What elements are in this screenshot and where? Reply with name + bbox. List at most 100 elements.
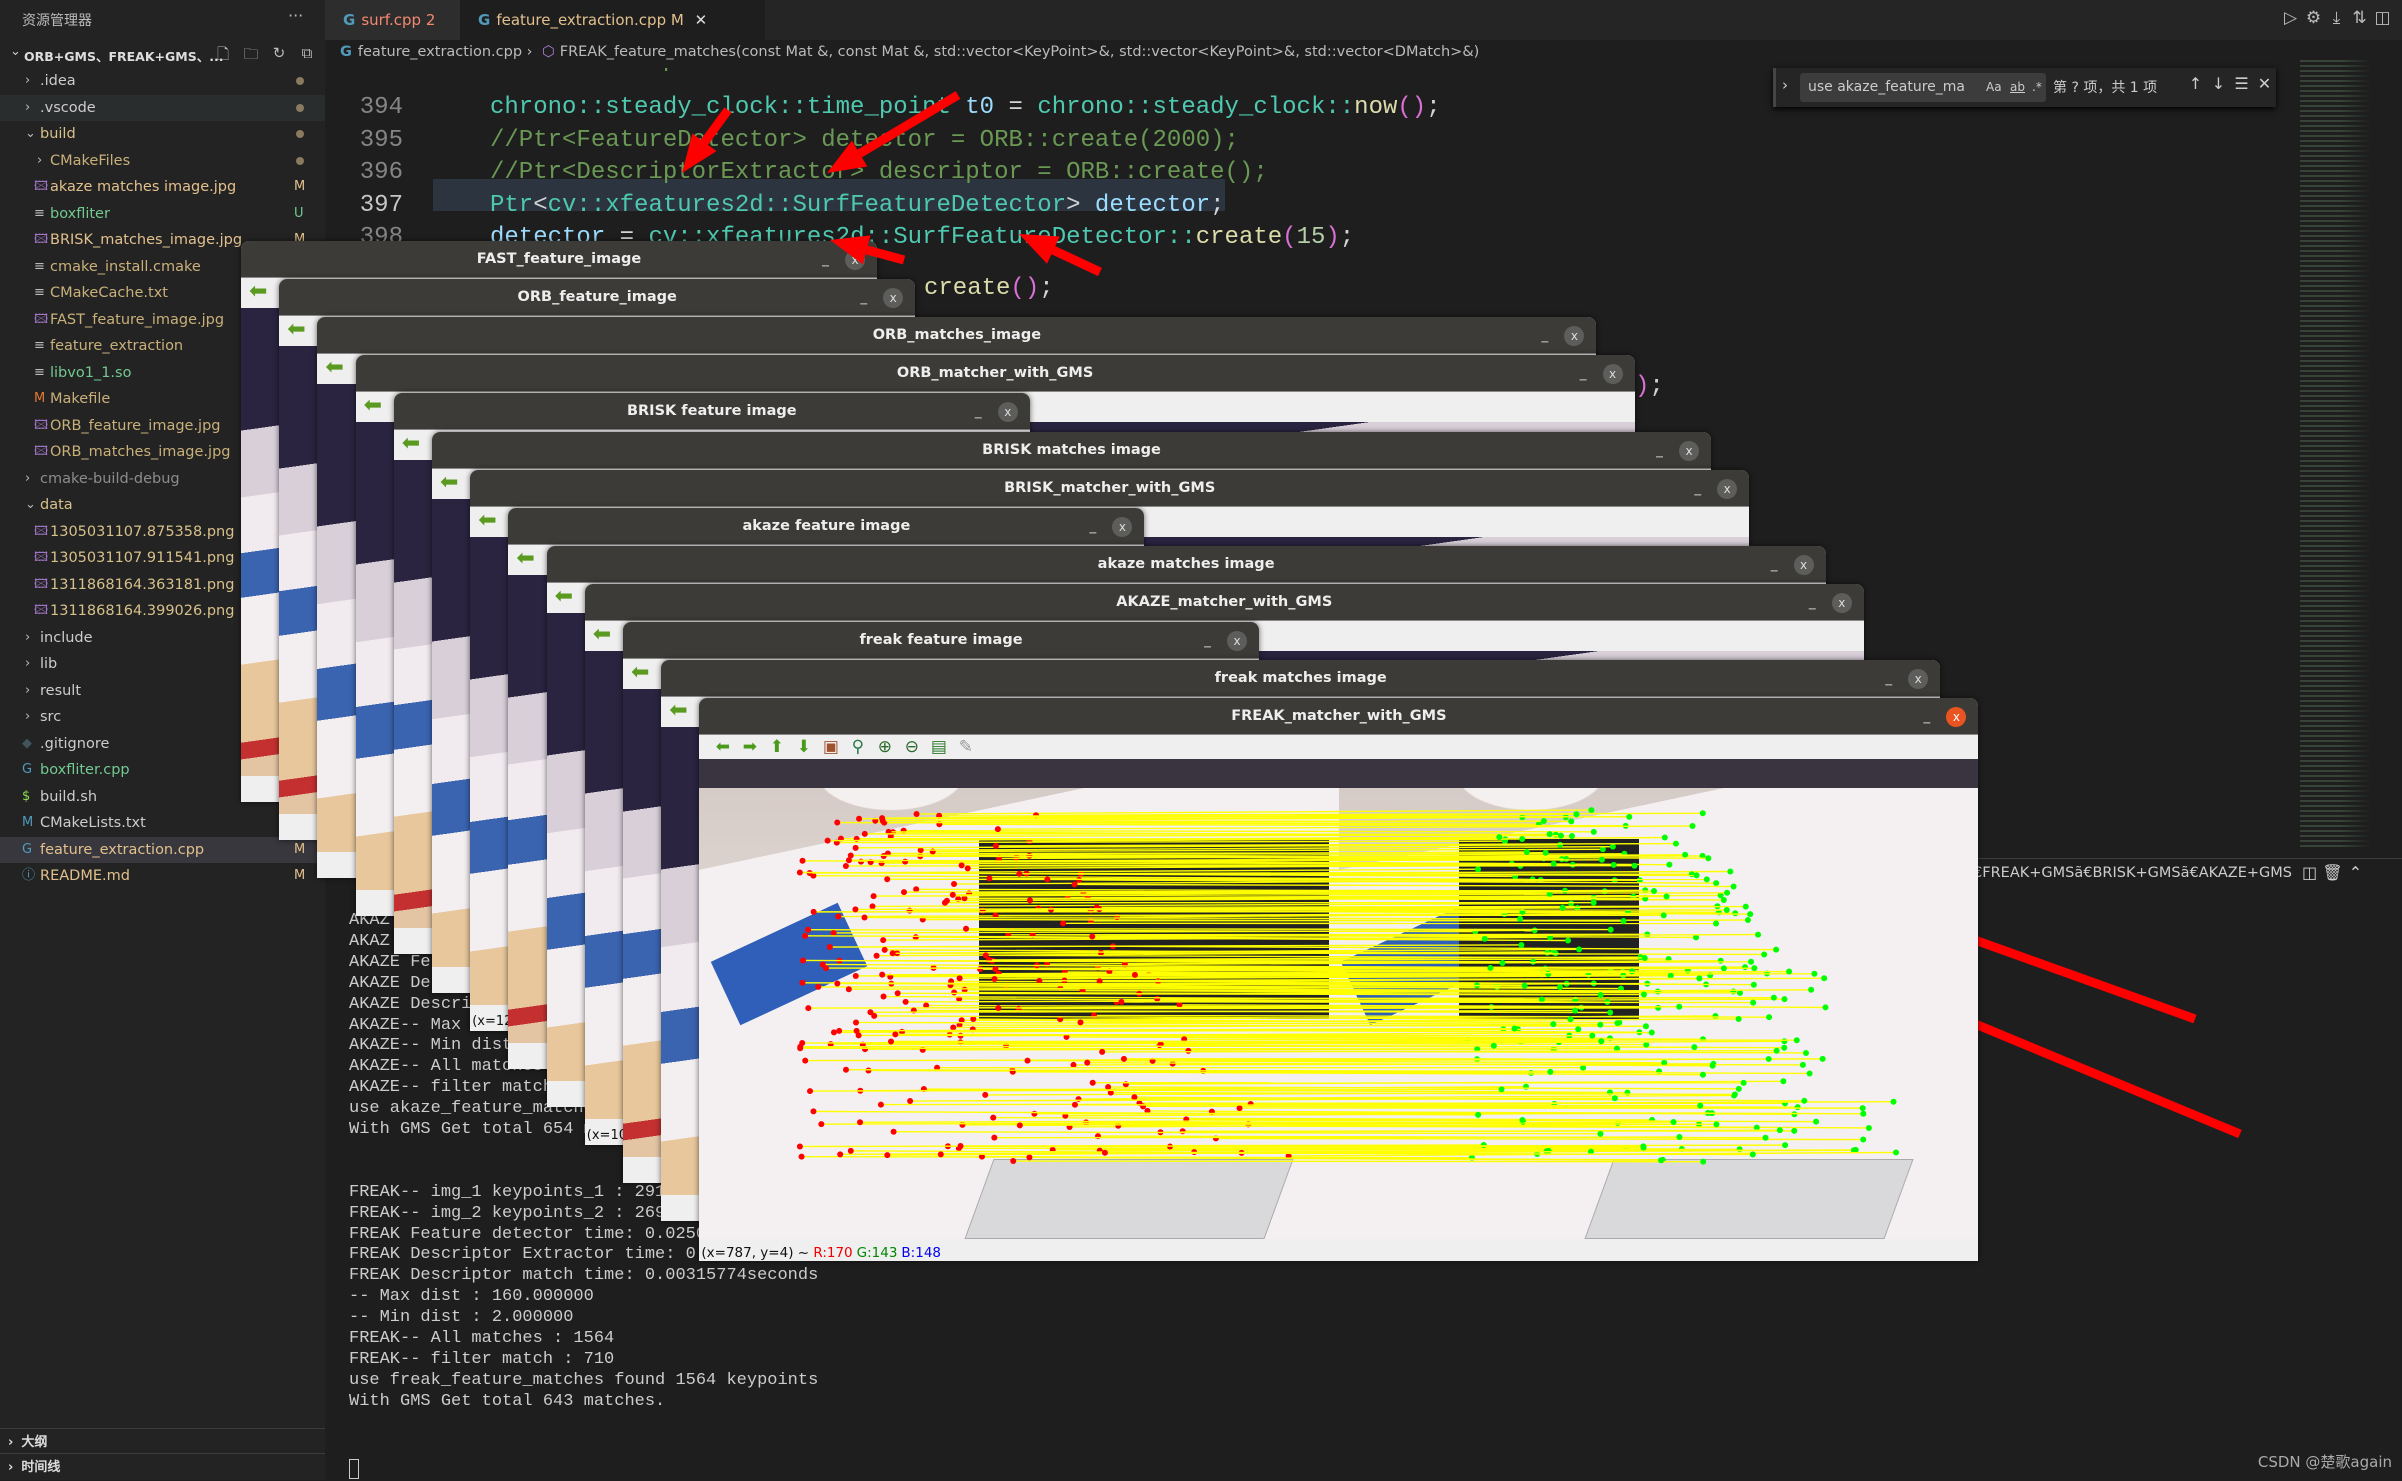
- window-titlebar[interactable]: ORB_feature_image_x: [279, 279, 915, 316]
- minimize-button[interactable]: _: [1694, 470, 1701, 507]
- new-folder-icon[interactable]: 🗀: [240, 44, 262, 69]
- minimize-button[interactable]: _: [1885, 660, 1892, 697]
- file-tree-item[interactable]: 🖾akaze matches image.jpgM: [0, 174, 325, 201]
- run-debug-icon[interactable]: ▷: [2279, 8, 2302, 28]
- regex-toggle[interactable]: .*: [2032, 73, 2042, 102]
- more-actions-button[interactable]: ···: [288, 6, 303, 25]
- close-button[interactable]: x: [1908, 669, 1928, 689]
- arrow-left-icon[interactable]: ⬅: [593, 624, 611, 646]
- arrow-right-icon[interactable]: ➡: [736, 737, 763, 757]
- arrow-left-icon[interactable]: ⬅: [516, 548, 534, 570]
- save-icon[interactable]: ▤: [925, 737, 952, 757]
- timeline-section[interactable]: ›时间线: [0, 1453, 325, 1480]
- workspace-root[interactable]: ⌄ ORB+GMS、FREAK+GMS、... 🗋 🗀 ↻ ⧉: [0, 40, 325, 68]
- close-tab-icon[interactable]: ✕: [695, 11, 708, 29]
- arrow-left-icon[interactable]: ⬅: [555, 586, 573, 608]
- window-titlebar[interactable]: akaze feature image_x: [508, 508, 1144, 545]
- properties-icon[interactable]: ✎: [952, 737, 979, 757]
- outline-section[interactable]: ›大纲: [0, 1428, 325, 1455]
- close-button[interactable]: x: [1717, 479, 1737, 499]
- zoom-out-icon[interactable]: ⊖: [898, 737, 925, 757]
- window-titlebar[interactable]: ORB_matches_image_x: [317, 317, 1596, 354]
- minimize-button[interactable]: _: [822, 241, 829, 278]
- file-tree-item[interactable]: Gfeature_extraction.cppM: [0, 837, 325, 864]
- file-tree-item[interactable]: ›.idea: [0, 68, 325, 95]
- minimize-button[interactable]: _: [1771, 546, 1778, 583]
- settings-icon[interactable]: ⚙: [2302, 8, 2325, 28]
- collapse-all-icon[interactable]: ⧉: [296, 44, 318, 62]
- minimap[interactable]: [2300, 60, 2402, 850]
- split-editor-icon[interactable]: ◫: [2371, 8, 2394, 28]
- close-button[interactable]: x: [1227, 631, 1247, 651]
- image-window[interactable]: FREAK_matcher_with_GMS_x⬅➡⬆⬇▣⚲⊕⊖▤✎(x=787…: [699, 698, 1978, 1261]
- window-titlebar[interactable]: BRISK feature image_x: [394, 393, 1030, 430]
- close-button[interactable]: x: [1794, 555, 1814, 575]
- minimize-button[interactable]: _: [1580, 355, 1587, 392]
- tab-surf-cpp[interactable]: Gsurf.cpp 2: [325, 0, 460, 40]
- arrow-up-icon[interactable]: ⬆: [763, 737, 790, 757]
- arrow-left-icon[interactable]: ⬅: [287, 319, 305, 341]
- arrow-left-icon[interactable]: ⬅: [709, 737, 736, 757]
- minimize-button[interactable]: _: [1204, 622, 1211, 659]
- next-match-icon[interactable]: ↓: [2207, 74, 2230, 93]
- zoom-in-icon[interactable]: ⊕: [871, 737, 898, 757]
- breadcrumb-file[interactable]: feature_extraction.cpp: [358, 44, 522, 60]
- zoom-fit-icon[interactable]: ▣: [817, 737, 844, 757]
- close-button[interactable]: x: [845, 250, 865, 270]
- minimize-button[interactable]: _: [1923, 698, 1930, 735]
- maximize-panel-icon[interactable]: ⌃: [2344, 863, 2367, 882]
- arrow-left-icon[interactable]: ⬅: [325, 357, 343, 379]
- arrow-left-icon[interactable]: ⬅: [364, 395, 382, 417]
- zoom-original-icon[interactable]: ⚲: [844, 737, 871, 757]
- minimize-button[interactable]: _: [975, 393, 982, 430]
- find-in-selection-icon[interactable]: ☰: [2230, 74, 2253, 93]
- window-titlebar[interactable]: FAST_feature_image_x: [241, 241, 877, 278]
- file-tree-item[interactable]: ›.vscode: [0, 95, 325, 122]
- new-file-icon[interactable]: 🗋: [212, 44, 234, 69]
- minimize-button[interactable]: _: [860, 279, 867, 316]
- tab-feature-extraction-cpp[interactable]: Gfeature_extraction.cpp M ✕: [460, 0, 765, 40]
- close-button[interactable]: x: [1832, 593, 1852, 613]
- whole-word-toggle[interactable]: ab: [2010, 73, 2025, 102]
- arrow-left-icon[interactable]: ⬅: [631, 662, 649, 684]
- find-input[interactable]: use akaze_feature_ma Aa ab .*: [1800, 73, 2046, 102]
- close-button[interactable]: x: [1679, 441, 1699, 461]
- match-case-toggle[interactable]: Aa: [1986, 73, 2002, 102]
- minimize-button[interactable]: _: [1541, 317, 1548, 354]
- arrow-left-icon[interactable]: ⬅: [249, 281, 267, 303]
- window-titlebar[interactable]: freak feature image_x: [623, 622, 1259, 659]
- file-tree-item[interactable]: ›CMakeFiles: [0, 148, 325, 175]
- close-button[interactable]: x: [883, 288, 903, 308]
- arrow-left-icon[interactable]: ⬅: [440, 472, 458, 494]
- window-titlebar[interactable]: AKAZE_matcher_with_GMS_x: [585, 584, 1864, 621]
- arrow-left-icon[interactable]: ⬅: [669, 700, 687, 722]
- breadcrumb-symbol[interactable]: FREAK_feature_matches(const Mat &, const…: [560, 44, 1480, 60]
- file-tree-item[interactable]: ⌄build: [0, 121, 325, 148]
- split-terminal-icon[interactable]: ◫: [2298, 863, 2321, 882]
- close-button[interactable]: x: [1112, 517, 1132, 537]
- close-button[interactable]: x: [998, 402, 1018, 422]
- minimize-button[interactable]: _: [1089, 508, 1096, 545]
- close-button[interactable]: x: [1564, 326, 1584, 346]
- close-button[interactable]: x: [1946, 707, 1966, 727]
- arrow-left-icon[interactable]: ⬅: [402, 433, 420, 455]
- toggle-replace-icon[interactable]: ›: [1782, 76, 1788, 94]
- window-titlebar[interactable]: BRISK_matcher_with_GMS_x: [470, 470, 1749, 507]
- window-titlebar[interactable]: BRISK matches image_x: [432, 432, 1711, 469]
- file-tree-item[interactable]: ⓘREADME.mdM: [0, 863, 325, 890]
- close-button[interactable]: x: [1603, 364, 1623, 384]
- previous-match-icon[interactable]: ↑: [2184, 74, 2207, 93]
- minimize-button[interactable]: _: [1809, 584, 1816, 621]
- download-icon[interactable]: ⤓: [2325, 8, 2348, 28]
- window-titlebar[interactable]: FREAK_matcher_with_GMS_x: [699, 698, 1978, 735]
- compare-icon[interactable]: ⇅: [2348, 8, 2371, 28]
- window-titlebar[interactable]: akaze matches image_x: [547, 546, 1826, 583]
- window-titlebar[interactable]: freak matches image_x: [661, 660, 1940, 697]
- arrow-down-icon[interactable]: ⬇: [790, 737, 817, 757]
- file-tree-item[interactable]: ≡boxfliterU: [0, 201, 325, 228]
- minimize-button[interactable]: _: [1656, 432, 1663, 469]
- arrow-left-icon[interactable]: ⬅: [478, 510, 496, 532]
- close-find-icon[interactable]: ✕: [2253, 74, 2276, 93]
- kill-terminal-icon[interactable]: 🗑: [2321, 863, 2344, 882]
- refresh-icon[interactable]: ↻: [268, 44, 290, 62]
